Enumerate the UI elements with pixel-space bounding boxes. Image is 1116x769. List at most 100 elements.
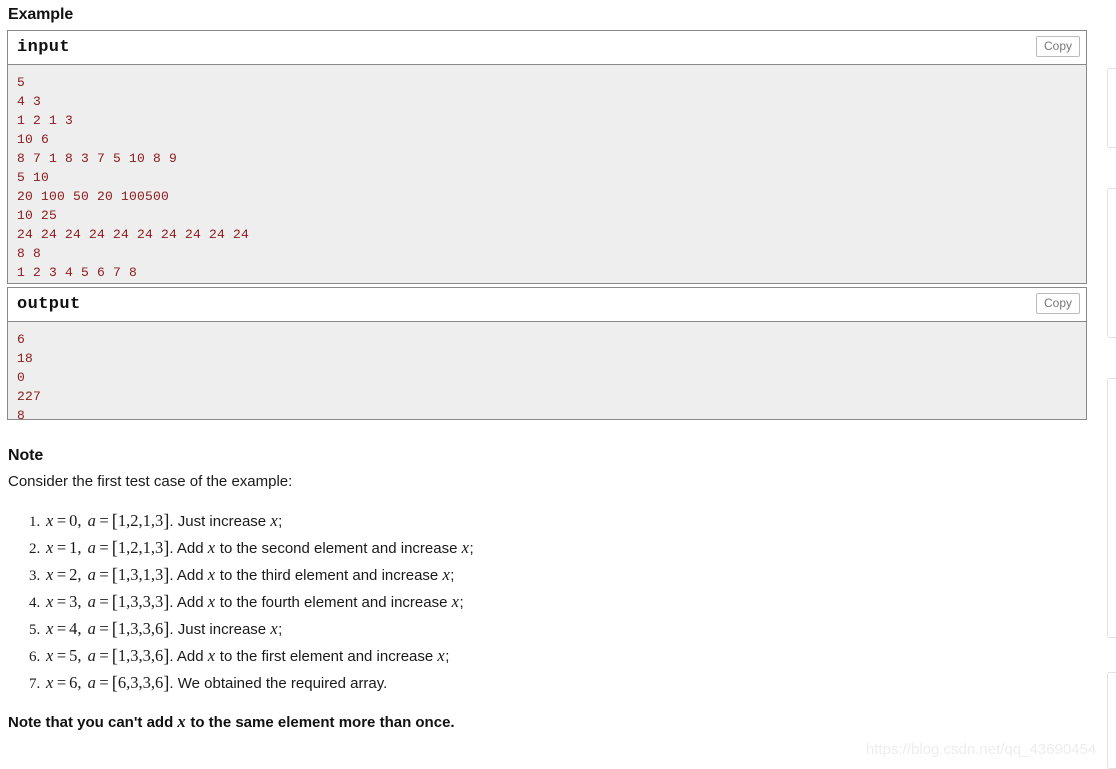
math-comma: , <box>77 511 82 530</box>
math-array-values: 1,3,3,6 <box>117 619 164 638</box>
problem-statement-page: Example input Copy 5 4 3 1 2 1 3 10 6 8 … <box>0 0 1116 769</box>
math-bracket-open: [ <box>111 646 118 667</box>
note-step-text: . We obtained the required array. <box>169 675 388 692</box>
right-edge-panel <box>1107 672 1116 769</box>
math-equals: = <box>99 565 109 584</box>
note-step-punct: ; <box>450 567 455 584</box>
right-edge-panel <box>1107 188 1116 338</box>
math-var-x: x <box>207 592 216 611</box>
note-step-math-inline: x <box>208 646 216 665</box>
math-array-values: 6,3,3,6 <box>117 673 164 692</box>
note-step-text: . Add <box>169 567 208 584</box>
note-step-math: x = 3, a = [1,3,3,3] <box>46 592 169 613</box>
math-array-values: 1,3,3,3 <box>117 592 164 611</box>
copy-output-button[interactable]: Copy <box>1035 293 1080 314</box>
math-bracket-open: [ <box>111 673 118 694</box>
note-step-text: to the third element and increase <box>215 567 443 584</box>
math-equals: = <box>99 619 109 638</box>
note-step-item: x=3, a=[1,3,3,3]. Add x to the fourth el… <box>44 589 1044 616</box>
note-warning: Note that you can't add x to the same el… <box>8 713 455 732</box>
sample-output-header: output Copy <box>8 288 1086 322</box>
math-comma: , <box>77 592 82 611</box>
math-var-x: x <box>46 511 54 530</box>
note-warning-suffix: to the same element more than once. <box>186 714 455 731</box>
math-var-x: x <box>46 646 54 665</box>
sample-output-text: 6 18 0 227 8 <box>17 332 42 419</box>
math-equals: = <box>56 538 67 557</box>
note-step-math-trailing: x <box>270 511 278 530</box>
sample-input-title: input <box>17 38 71 57</box>
note-step-math: x = 2, a = [1,3,1,3] <box>46 565 170 586</box>
sample-output-title: output <box>17 295 81 314</box>
math-equals: = <box>56 619 67 638</box>
math-comma: , <box>77 565 82 584</box>
note-step-text: . Just increase <box>169 621 271 638</box>
note-step-punct: ; <box>459 594 464 611</box>
math-var-x: x <box>207 565 216 584</box>
note-step-text: . Add <box>169 594 208 611</box>
copy-input-button[interactable]: Copy <box>1035 36 1080 57</box>
sample-output-body: 6 18 0 227 8 <box>8 322 1086 419</box>
right-edge-panel <box>1107 68 1116 148</box>
note-step-item: x=5, a=[1,3,3,6]. Add x to the first ele… <box>44 643 1044 670</box>
note-warning-prefix: Note that you can't add <box>8 714 178 731</box>
math-var-x: x <box>270 511 278 530</box>
math-bracket-open: [ <box>111 592 118 613</box>
note-step-item: x=1, a=[1,2,1,3]. Add x to the second el… <box>44 535 1044 562</box>
math-equals: = <box>99 673 109 692</box>
math-comma: , <box>77 619 82 638</box>
note-step-punct: ; <box>445 648 450 665</box>
math-var-x: x <box>270 619 278 638</box>
right-edge-panel <box>1107 378 1116 638</box>
math-array-values: 1,3,3,6 <box>117 646 164 665</box>
math-var-x: x <box>207 538 216 557</box>
sample-input-header: input Copy <box>8 31 1086 65</box>
note-step-punct: ; <box>278 621 283 638</box>
math-var-x: x <box>177 712 186 731</box>
math-bracket-open: [ <box>111 565 118 586</box>
note-step-text: . Add <box>169 648 208 665</box>
note-step-math-inline: x <box>208 592 216 611</box>
note-step-text: . Just increase <box>169 513 271 530</box>
math-var-x: x <box>46 592 54 611</box>
math-array-values: 1,3,1,3 <box>117 565 164 584</box>
sample-output-panel: output Copy 6 18 0 227 8 <box>7 287 1087 420</box>
math-equals: = <box>99 592 109 611</box>
math-bracket-close: ] <box>163 673 170 694</box>
note-step-text: . Add <box>169 540 208 557</box>
math-bracket-close: ] <box>163 538 170 559</box>
note-step-text: to the first element and increase <box>215 648 438 665</box>
math-bracket-open: [ <box>111 538 118 559</box>
math-var-x: x <box>46 565 54 584</box>
math-equals: = <box>56 511 67 530</box>
math-bracket-open: [ <box>111 619 118 640</box>
note-heading: Note <box>8 447 44 464</box>
math-bracket-close: ] <box>163 646 170 667</box>
math-array-values: 1,2,1,3 <box>117 538 164 557</box>
note-step-item: x=6, a=[6,3,3,6]. We obtained the requir… <box>44 670 1044 697</box>
note-step-item: x=0, a=[1,2,1,3]. Just increase x; <box>44 508 1044 535</box>
example-heading: Example <box>8 6 74 23</box>
math-var-x: x <box>46 619 54 638</box>
math-var-x: x <box>46 673 54 692</box>
math-equals: = <box>99 511 109 530</box>
math-comma: , <box>77 646 82 665</box>
math-equals: = <box>99 646 109 665</box>
note-step-math: x = 6, a = [6,3,3,6] <box>46 673 170 694</box>
sample-input-body: 5 4 3 1 2 1 3 10 6 8 7 1 8 3 7 5 10 8 9 … <box>8 65 1086 283</box>
note-intro-text: Consider the first test case of the exam… <box>8 473 293 490</box>
math-var-x: x <box>46 538 54 557</box>
math-bracket-close: ] <box>163 565 170 586</box>
math-var-x: x <box>207 646 216 665</box>
note-step-math-inline: x <box>208 538 216 557</box>
math-comma: , <box>77 673 82 692</box>
sample-input-text: 5 4 3 1 2 1 3 10 6 8 7 1 8 3 7 5 10 8 9 … <box>17 75 250 280</box>
note-step-punct: ; <box>278 513 283 530</box>
note-step-math: x = 1, a = [1,2,1,3] <box>46 538 170 559</box>
note-step-punct: ; <box>469 540 474 557</box>
note-step-math-trailing: x <box>270 619 278 638</box>
note-step-math: x = 4, a = [1,3,3,6] <box>46 619 169 640</box>
math-equals: = <box>99 538 109 557</box>
note-step-math: x = 0, a = [1,2,1,3] <box>46 511 169 532</box>
note-step-text: to the second element and increase <box>215 540 462 557</box>
